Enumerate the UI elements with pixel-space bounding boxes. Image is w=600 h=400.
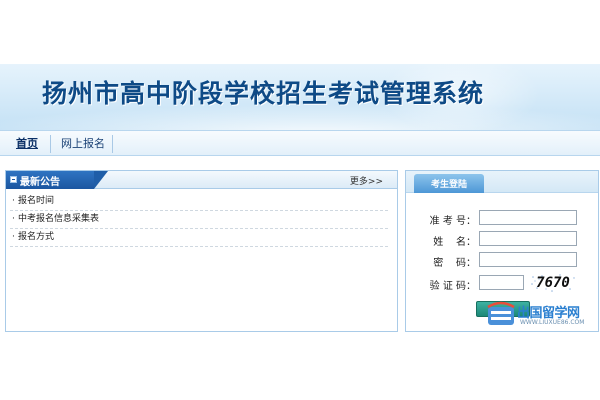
news-item[interactable]: · 报名方式: [10, 229, 388, 247]
watermark: 出国留学网 WWW.LIUXUE86.COM: [487, 300, 599, 332]
news-item-label: 报名方式: [18, 232, 55, 242]
password-row: 密 码：: [406, 252, 598, 269]
square-bullet-icon: [10, 176, 17, 183]
main-nav: 首页 网上报名: [0, 130, 600, 156]
nav-separator: [112, 135, 113, 153]
captcha-image[interactable]: 7670: [530, 273, 576, 293]
news-item-label: 报名时间: [18, 196, 55, 206]
name-label: 姓 名：: [433, 237, 476, 248]
password-input[interactable]: [479, 252, 577, 267]
nav-online-registration[interactable]: 网上报名: [61, 136, 105, 152]
nav-home[interactable]: 首页: [16, 136, 38, 152]
watermark-url: WWW.LIUXUE86.COM: [520, 319, 585, 326]
name-row: 姓 名：: [406, 231, 598, 248]
exam-number-label: 准 考 号：: [429, 216, 476, 227]
page: 扬州市高中阶段学校招生考试管理系统 首页 网上报名 最新公告 更多>> · 报名时…: [0, 0, 600, 400]
news-item[interactable]: · 中考报名信息采集表: [10, 211, 388, 229]
captcha-label: 验 证 码：: [429, 281, 476, 292]
news-panel: 最新公告 更多>> · 报名时间 · 中考报名信息采集表 · 报名方式: [5, 170, 398, 332]
news-more-link[interactable]: 更多>>: [350, 174, 383, 187]
news-list: · 报名时间 · 中考报名信息采集表 · 报名方式: [10, 193, 388, 247]
captcha-row: 验 证 码： 7670: [406, 273, 598, 293]
nav-separator: [50, 135, 51, 153]
name-input[interactable]: [479, 231, 577, 246]
login-tab: 考生登陆: [414, 174, 484, 193]
password-label: 密 码：: [433, 258, 476, 269]
news-item[interactable]: · 报名时间: [10, 193, 388, 211]
news-item-label: 中考报名信息采集表: [18, 214, 100, 224]
header-banner: 扬州市高中阶段学校招生考试管理系统: [0, 64, 600, 130]
exam-number-row: 准 考 号：: [406, 210, 598, 227]
captcha-input[interactable]: [479, 275, 524, 290]
site-title: 扬州市高中阶段学校招生考试管理系统: [42, 79, 485, 108]
login-title: 考生登陆: [430, 180, 467, 190]
captcha-code: 7670: [536, 275, 570, 291]
news-panel-header: 最新公告 更多>>: [6, 171, 397, 189]
login-panel-header: 考生登陆: [406, 171, 598, 193]
liuxue86-logo-icon: [487, 301, 515, 325]
news-tab: 最新公告: [6, 171, 108, 189]
news-title: 最新公告: [20, 177, 60, 188]
exam-number-input[interactable]: [479, 210, 577, 225]
